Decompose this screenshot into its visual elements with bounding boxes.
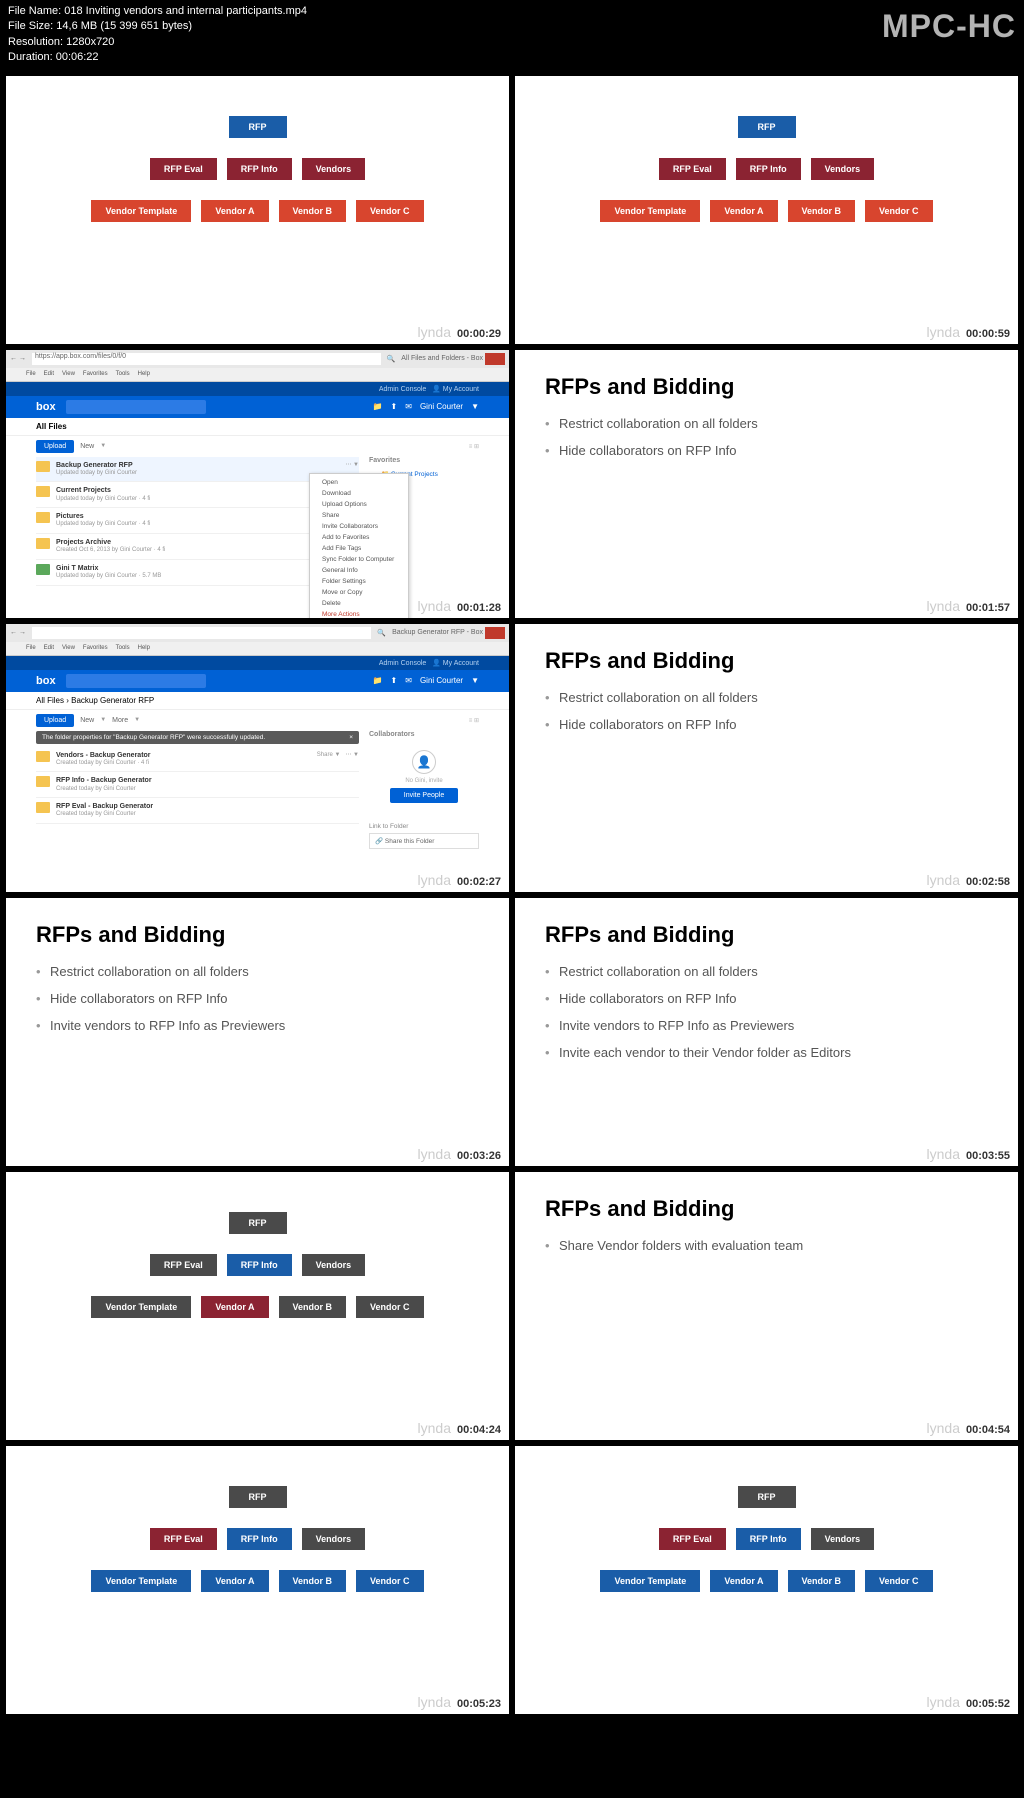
- box-logo: box: [36, 401, 56, 413]
- thumb-10: RFPs and Bidding Share Vendor folders wi…: [515, 1172, 1018, 1440]
- search-input[interactable]: [66, 674, 206, 688]
- breadcrumb[interactable]: All Files › Backup Generator RFP: [36, 696, 154, 705]
- thumb-2: RFP RFP Eval RFP Info Vendors Vendor Tem…: [515, 76, 1018, 344]
- app-watermark: MPC-HC: [882, 4, 1016, 49]
- thumb-9: RFP RFP Eval RFP Info Vendors Vendor Tem…: [6, 1172, 509, 1440]
- org-node: RFP: [229, 116, 287, 138]
- thumb-3-box-ui: ←→https://app.box.com/files/0/f/0🔍All Fi…: [6, 350, 509, 618]
- close-icon[interactable]: [485, 353, 505, 365]
- close-icon[interactable]: [485, 627, 505, 639]
- search-input[interactable]: [66, 400, 206, 414]
- invite-button[interactable]: Invite People: [390, 788, 458, 803]
- file-info-header: File Name: 018 Inviting vendors and inte…: [0, 0, 1024, 70]
- thumb-4: RFPs and Bidding Restrict collaboration …: [515, 350, 1018, 618]
- thumb-7: RFPs and Bidding Restrict collaboration …: [6, 898, 509, 1166]
- box-header: box 📁⬆✉Gini Courter▼: [6, 396, 509, 418]
- file-row[interactable]: Vendors - Backup GeneratorCreated today …: [36, 747, 359, 773]
- thumb-11: RFP RFP Eval RFP Info Vendors Vendor Tem…: [6, 1446, 509, 1714]
- thumb-12: RFP RFP Eval RFP Info Vendors Vendor Tem…: [515, 1446, 1018, 1714]
- file-row[interactable]: RFP Eval - Backup GeneratorCreated today…: [36, 798, 359, 824]
- thumb-6: RFPs and Bidding Restrict collaboration …: [515, 624, 1018, 892]
- thumbnail-grid: RFP RFP Eval RFP Info Vendors Vendor Tem…: [0, 70, 1024, 1720]
- toast-notification: The folder properties for "Backup Genera…: [36, 731, 359, 744]
- address-bar[interactable]: https://app.box.com/files/0/f/0: [32, 353, 381, 365]
- thumb-5-box-ui: ←→🔍Backup Generator RFP - Box FileEditVi…: [6, 624, 509, 892]
- thumb-1: RFP RFP Eval RFP Info Vendors Vendor Tem…: [6, 76, 509, 344]
- file-row[interactable]: RFP Info - Backup GeneratorCreated today…: [36, 772, 359, 798]
- user-icon: 👤: [412, 750, 436, 774]
- context-menu[interactable]: Open Download Upload Options Share Invit…: [309, 473, 409, 618]
- upload-button[interactable]: Upload: [36, 440, 74, 453]
- thumb-8: RFPs and Bidding Restrict collaboration …: [515, 898, 1018, 1166]
- slide-title: RFPs and Bidding: [545, 374, 988, 400]
- upload-button[interactable]: Upload: [36, 714, 74, 727]
